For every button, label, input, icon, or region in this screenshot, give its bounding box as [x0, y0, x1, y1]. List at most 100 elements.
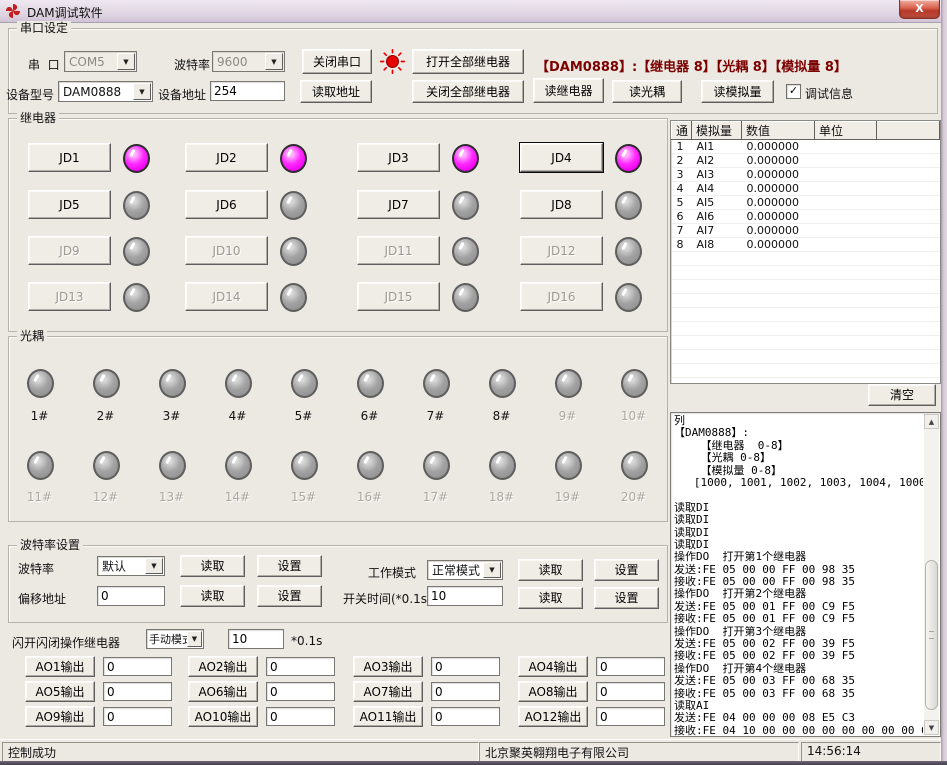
log-line: 【模拟量 0-8】: [674, 465, 923, 477]
table-cell: [877, 210, 940, 224]
ao-value-input-5[interactable]: [103, 682, 172, 701]
chevron-down-icon[interactable]: ▼: [187, 631, 202, 647]
ao-output-button-1[interactable]: AO1输出: [25, 656, 95, 677]
opto-led-17: [423, 451, 450, 480]
table-row[interactable]: 2AI20.000000: [672, 154, 940, 168]
flash-mode-select[interactable]: 手动模式 ▼: [146, 629, 204, 649]
col-header-analog[interactable]: 模拟量: [692, 122, 742, 140]
work-mode-value: 正常模式: [432, 562, 480, 579]
window-title: DAM调试软件: [27, 4, 103, 21]
table-row[interactable]: 5AI50.000000: [672, 196, 940, 210]
scroll-down-icon[interactable]: ▼: [924, 720, 939, 735]
baud-value: 9600: [217, 55, 248, 69]
ao-value-input-10[interactable]: [266, 707, 335, 726]
col-header-unit[interactable]: 单位: [815, 122, 877, 140]
chevron-down-icon[interactable]: ▼: [483, 562, 501, 578]
opto-led-14: [225, 451, 252, 480]
col-header-value[interactable]: 数值: [742, 122, 815, 140]
ao-value-input-12[interactable]: [596, 707, 665, 726]
ao-output-button-5[interactable]: AO5输出: [25, 681, 95, 702]
scrollbar-thumb[interactable]: [925, 560, 938, 710]
relay-button-jd7[interactable]: JD7: [357, 190, 440, 219]
table-cell: AI6: [692, 210, 742, 224]
relay-led-jd1: [123, 144, 150, 173]
opto-label-10: 10#: [613, 409, 654, 423]
ao-output-button-7[interactable]: AO7输出: [353, 681, 423, 702]
ao-output-button-9[interactable]: AO9输出: [25, 706, 95, 727]
log-box[interactable]: 列【DAM0888】: 【继电器 0-8】 【光耦 0-8】 【模拟量 0-8】…: [670, 412, 941, 737]
baud-read-button[interactable]: 读取: [180, 555, 245, 577]
table-cell: [742, 280, 815, 294]
table-row[interactable]: 3AI30.000000: [672, 168, 940, 182]
ao-value-input-3[interactable]: [431, 657, 500, 676]
ao-output-button-10[interactable]: AO10输出: [188, 706, 258, 727]
switch-time-input[interactable]: [427, 586, 503, 606]
relay-button-jd2[interactable]: JD2: [185, 143, 268, 172]
relay-led-jd4: [615, 144, 642, 173]
ao-output-button-11[interactable]: AO11输出: [353, 706, 423, 727]
read-addr-button[interactable]: 读取地址: [300, 80, 372, 103]
flash-time-input[interactable]: [228, 629, 284, 649]
device-addr-input[interactable]: [210, 81, 285, 101]
table-row[interactable]: 8AI80.000000: [672, 238, 940, 252]
ao-value-input-6[interactable]: [266, 682, 335, 701]
close-serial-button[interactable]: 关闭串口: [302, 49, 372, 74]
open-all-relays-button[interactable]: 打开全部继电器: [412, 49, 524, 74]
baud-setting-select[interactable]: 默认 ▼: [97, 556, 165, 576]
work-mode-select[interactable]: 正常模式 ▼: [427, 560, 503, 580]
model-select[interactable]: DAM0888 ▼: [58, 81, 153, 102]
opto-label-2: 2#: [85, 409, 126, 423]
close-all-relays-button[interactable]: 关闭全部继电器: [412, 80, 524, 103]
ao-output-button-3[interactable]: AO3输出: [353, 656, 423, 677]
ao-value-input-11[interactable]: [431, 707, 500, 726]
ao-output-button-12[interactable]: AO12输出: [518, 706, 588, 727]
ao-value-input-8[interactable]: [596, 682, 665, 701]
relay-button-jd5[interactable]: JD5: [28, 190, 111, 219]
switch-time-set-button[interactable]: 设置: [594, 587, 659, 609]
scroll-up-icon[interactable]: ▲: [924, 414, 939, 429]
opto-led-15: [291, 451, 318, 480]
ao-value-input-7[interactable]: [431, 682, 500, 701]
ao-value-input-4[interactable]: [596, 657, 665, 676]
debug-info-checkbox[interactable]: ✓: [786, 84, 801, 99]
read-relay-button[interactable]: 读继电器: [533, 78, 604, 103]
table-row[interactable]: 1AI10.000000: [672, 140, 940, 154]
table-row[interactable]: 4AI40.000000: [672, 182, 940, 196]
table-row[interactable]: 7AI70.000000: [672, 224, 940, 238]
offset-read-button[interactable]: 读取: [180, 585, 245, 607]
offset-addr-input[interactable]: [97, 586, 165, 606]
baud-set-button[interactable]: 设置: [257, 555, 322, 577]
read-opto-button[interactable]: 读光耦: [612, 80, 682, 103]
chevron-down-icon[interactable]: ▼: [145, 558, 163, 574]
table-cell: [672, 252, 692, 266]
ao-value-input-2[interactable]: [266, 657, 335, 676]
ao-output-button-4[interactable]: AO4输出: [518, 656, 588, 677]
offset-set-button[interactable]: 设置: [257, 585, 322, 607]
log-scrollbar[interactable]: ▲ ▼: [924, 414, 939, 735]
work-mode-set-button[interactable]: 设置: [594, 559, 659, 581]
ao-output-button-2[interactable]: AO2输出: [188, 656, 258, 677]
read-analog-button[interactable]: 读模拟量: [701, 80, 774, 103]
table-cell: AI2: [692, 154, 742, 168]
table-row[interactable]: 6AI60.000000: [672, 210, 940, 224]
relay-button-jd1[interactable]: JD1: [28, 143, 111, 172]
relay-led-jd12: [615, 237, 642, 266]
col-header-extra[interactable]: [877, 122, 940, 140]
work-mode-read-button[interactable]: 读取: [518, 559, 583, 581]
relay-button-jd13: JD13: [28, 282, 111, 311]
relay-button-jd6[interactable]: JD6: [185, 190, 268, 219]
chevron-down-icon[interactable]: ▼: [133, 83, 151, 100]
clear-log-button[interactable]: 清空: [868, 384, 936, 406]
relay-button-jd3[interactable]: JD3: [357, 143, 440, 172]
col-header-channel[interactable]: 通: [672, 122, 692, 140]
close-button[interactable]: X: [899, 0, 940, 19]
relay-button-jd4[interactable]: JD4: [520, 143, 603, 172]
relay-button-jd8[interactable]: JD8: [520, 190, 603, 219]
ao-output-button-6[interactable]: AO6输出: [188, 681, 258, 702]
ao-value-input-1[interactable]: [103, 657, 172, 676]
ao-value-input-9[interactable]: [103, 707, 172, 726]
switch-time-read-button[interactable]: 读取: [518, 587, 583, 609]
ao-output-button-8[interactable]: AO8输出: [518, 681, 588, 702]
log-line: 操作DO 打开第4个继电器: [674, 663, 923, 675]
opto-label-12: 12#: [85, 490, 126, 504]
